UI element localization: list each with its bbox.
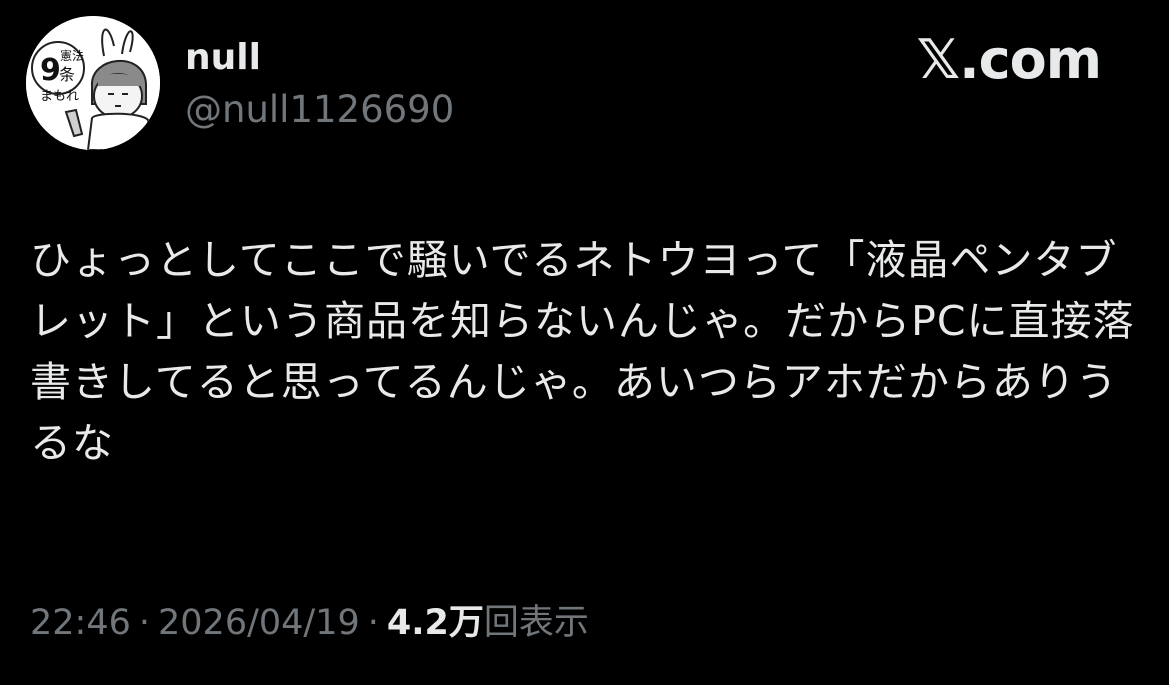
tweet-meta: 22:46 · 2026/04/19 · 4.2万回表示 [30,598,589,648]
tweet-text: ひょっとしてここで騒いでるネトウヨって「液晶ペンタブレット」という商品を知らない… [30,236,1135,467]
user-handle[interactable]: @null1126690 [185,86,454,134]
svg-text:9: 9 [40,53,61,88]
avatar-illustration-icon: 9 憲法 条 まもれ [26,16,160,150]
display-name[interactable]: null [185,36,261,80]
x-logo-icon: 𝕏.com [916,28,1102,91]
meta-separator: · [138,603,151,643]
svg-text:まもれ: まもれ [40,89,79,104]
tweet-card: 9 憲法 条 まもれ null @null1126690 𝕏.com ひょっとし… [0,0,1169,685]
tweet-date[interactable]: 2026/04/19 [158,603,360,643]
tweet-time[interactable]: 22:46 [30,603,131,643]
views-count: 4.2万 [386,603,484,643]
meta-separator: · [367,603,379,643]
views-label: 回表示 [483,603,589,643]
svg-text:憲法: 憲法 [60,48,84,63]
svg-text:条: 条 [59,65,75,84]
avatar[interactable]: 9 憲法 条 まもれ [26,16,160,150]
